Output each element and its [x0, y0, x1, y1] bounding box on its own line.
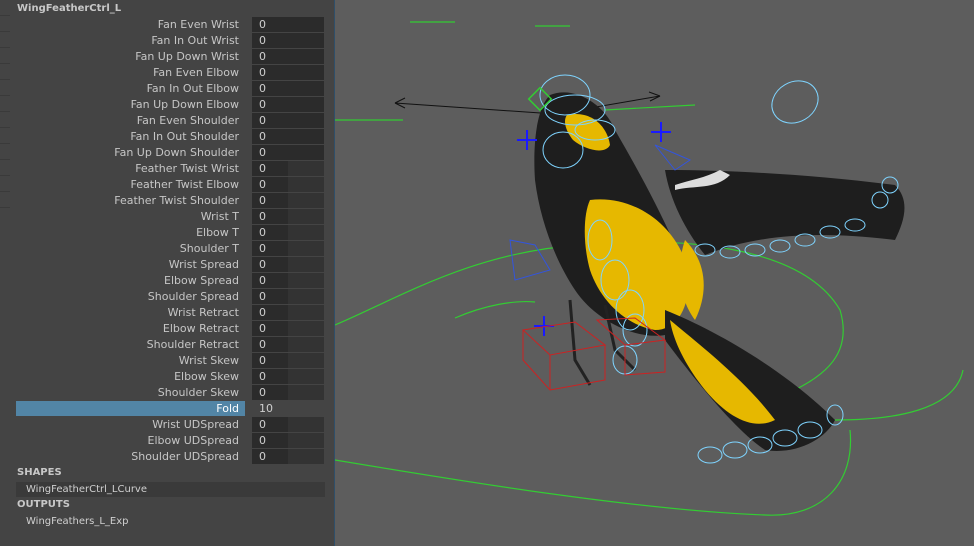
attribute-label[interactable]: Wrist T: [16, 209, 245, 224]
viewport-scene[interactable]: [335, 0, 974, 546]
attribute-value-field[interactable]: 0: [252, 449, 324, 464]
attribute-label[interactable]: Wrist Spread: [16, 257, 245, 272]
attribute-row[interactable]: Fan In Out Elbow 0: [16, 81, 325, 97]
attribute-label[interactable]: Shoulder UDSpread: [16, 449, 245, 464]
shapes-header: SHAPES: [17, 467, 62, 478]
attribute-label[interactable]: Feather Twist Wrist: [16, 161, 245, 176]
output-item[interactable]: WingFeathers_L_Exp: [16, 514, 325, 529]
attribute-value-field[interactable]: 0: [252, 145, 324, 160]
attribute-value-field[interactable]: 0: [252, 225, 324, 240]
attribute-value-field[interactable]: 0: [252, 305, 324, 320]
attribute-row[interactable]: Fan Even Wrist 0: [16, 17, 325, 33]
attribute-value-field[interactable]: 0: [252, 113, 324, 128]
attribute-list: Fan Even Wrist 0 Fan In Out Wrist 0 Fan Up D…: [16, 17, 325, 465]
attribute-label[interactable]: Fan In Out Elbow: [16, 81, 245, 96]
attribute-row[interactable]: Feather Twist Wrist 0: [16, 161, 325, 177]
attribute-value-field[interactable]: 0: [252, 321, 324, 336]
attribute-label[interactable]: Elbow Spread: [16, 273, 245, 288]
attribute-value-field[interactable]: 0: [252, 17, 324, 32]
attribute-label[interactable]: Elbow T: [16, 225, 245, 240]
attribute-row[interactable]: Fan In Out Wrist 0: [16, 33, 325, 49]
attribute-label[interactable]: Feather Twist Shoulder: [16, 193, 245, 208]
attribute-row[interactable]: Fan Up Down Shoulder 0: [16, 145, 325, 161]
attribute-row[interactable]: Wrist Skew 0: [16, 353, 325, 369]
attribute-value-field[interactable]: 10: [252, 401, 324, 416]
attribute-label[interactable]: Shoulder Skew: [16, 385, 245, 400]
attribute-value-field[interactable]: 0: [252, 257, 324, 272]
attribute-row[interactable]: Fan In Out Shoulder 0: [16, 129, 325, 145]
direction-arrow: [394, 91, 661, 115]
attribute-row[interactable]: Wrist Retract 0: [16, 305, 325, 321]
attribute-row[interactable]: Shoulder Skew 0: [16, 385, 325, 401]
attribute-row[interactable]: Wrist T 0: [16, 209, 325, 225]
attribute-row[interactable]: Shoulder T 0: [16, 241, 325, 257]
attribute-value-field[interactable]: 0: [252, 241, 324, 256]
attribute-label[interactable]: Fan Up Down Wrist: [16, 49, 245, 64]
attribute-row[interactable]: Fan Up Down Wrist 0: [16, 49, 325, 65]
attribute-value-field[interactable]: 0: [252, 65, 324, 80]
shape-item[interactable]: WingFeatherCtrl_LCurve: [16, 482, 325, 497]
3d-viewport[interactable]: [335, 0, 974, 546]
attribute-row[interactable]: Fan Even Shoulder 0: [16, 113, 325, 129]
left-edge-strip: [0, 0, 10, 546]
attribute-label[interactable]: Wrist UDSpread: [16, 417, 245, 432]
attribute-row[interactable]: Feather Twist Shoulder 0: [16, 193, 325, 209]
attribute-row[interactable]: Elbow UDSpread 0: [16, 433, 325, 449]
attribute-value-field[interactable]: 0: [252, 49, 324, 64]
attribute-label[interactable]: Fan Up Down Shoulder: [16, 145, 245, 160]
attribute-value-field[interactable]: 0: [252, 385, 324, 400]
attribute-value-field[interactable]: 0: [252, 161, 324, 176]
attribute-label[interactable]: Feather Twist Elbow: [16, 177, 245, 192]
attribute-value-field[interactable]: 0: [252, 273, 324, 288]
attribute-value-field[interactable]: 0: [252, 369, 324, 384]
attribute-value-field[interactable]: 0: [252, 289, 324, 304]
bird-model[interactable]: [534, 92, 905, 451]
outputs-header: OUTPUTS: [17, 499, 70, 510]
attribute-row[interactable]: Shoulder Retract 0: [16, 337, 325, 353]
attribute-value-field[interactable]: 0: [252, 193, 324, 208]
attribute-row[interactable]: Fan Even Elbow 0: [16, 65, 325, 81]
attribute-row[interactable]: Shoulder UDSpread 0: [16, 449, 325, 465]
attribute-row[interactable]: Fan Up Down Elbow 0: [16, 97, 325, 113]
attribute-row[interactable]: Elbow Skew 0: [16, 369, 325, 385]
attribute-row[interactable]: Wrist UDSpread 0: [16, 417, 325, 433]
attribute-row[interactable]: Wrist Spread 0: [16, 257, 325, 273]
attribute-value-field[interactable]: 0: [252, 129, 324, 144]
attribute-label[interactable]: Wrist Retract: [16, 305, 245, 320]
attribute-value-field[interactable]: 0: [252, 81, 324, 96]
attribute-label[interactable]: Fan In Out Wrist: [16, 33, 245, 48]
attribute-row[interactable]: Elbow Retract 0: [16, 321, 325, 337]
attribute-label[interactable]: Wrist Skew: [16, 353, 245, 368]
attribute-label[interactable]: Elbow Retract: [16, 321, 245, 336]
attribute-row[interactable]: Shoulder Spread 0: [16, 289, 325, 305]
attribute-label[interactable]: Fan In Out Shoulder: [16, 129, 245, 144]
attribute-value-field[interactable]: 0: [252, 97, 324, 112]
attribute-value-field[interactable]: 0: [252, 433, 324, 448]
attribute-label[interactable]: Shoulder Retract: [16, 337, 245, 352]
attribute-value-field[interactable]: 0: [252, 417, 324, 432]
attribute-row[interactable]: Fold 10: [16, 401, 325, 417]
attribute-value-field[interactable]: 0: [252, 209, 324, 224]
attribute-label[interactable]: Elbow Skew: [16, 369, 245, 384]
attribute-row[interactable]: Elbow Spread 0: [16, 273, 325, 289]
attribute-label[interactable]: Fold: [16, 401, 245, 416]
attribute-value-field[interactable]: 0: [252, 177, 324, 192]
attribute-label[interactable]: Fan Up Down Elbow: [16, 97, 245, 112]
attribute-value-field[interactable]: 0: [252, 353, 324, 368]
attribute-label[interactable]: Elbow UDSpread: [16, 433, 245, 448]
channel-box: WingFeatherCtrl_L Fan Even Wrist 0 Fan In …: [10, 0, 335, 546]
attribute-label[interactable]: Fan Even Elbow: [16, 65, 245, 80]
node-name[interactable]: WingFeatherCtrl_L: [17, 1, 121, 17]
attribute-label[interactable]: Shoulder Spread: [16, 289, 245, 304]
attribute-label[interactable]: Fan Even Shoulder: [16, 113, 245, 128]
attribute-row[interactable]: Feather Twist Elbow 0: [16, 177, 325, 193]
attribute-row[interactable]: Elbow T 0: [16, 225, 325, 241]
attribute-label[interactable]: Fan Even Wrist: [16, 17, 245, 32]
attribute-value-field[interactable]: 0: [252, 33, 324, 48]
attribute-value-field[interactable]: 0: [252, 337, 324, 352]
attribute-label[interactable]: Shoulder T: [16, 241, 245, 256]
